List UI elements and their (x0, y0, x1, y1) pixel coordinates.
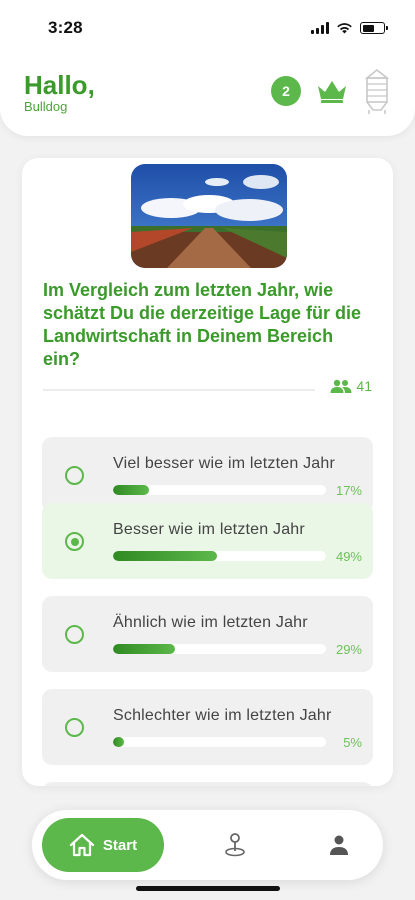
wifi-icon (337, 23, 352, 34)
silo-icon[interactable] (363, 68, 391, 114)
people-icon (330, 379, 352, 393)
bottom-nav: Start (32, 810, 383, 880)
radio-button[interactable] (65, 466, 84, 485)
greeting-title: Hallo, (24, 70, 95, 100)
progress-fill (113, 551, 218, 561)
option-percent: 49% (335, 549, 362, 564)
poll-option[interactable]: Viel besser wie im letzten Jahr 17% (42, 437, 373, 513)
poll-option-partial[interactable] (42, 782, 373, 786)
username-label: Bulldog (24, 99, 68, 114)
profile-icon[interactable] (328, 834, 350, 861)
option-label: Ähnlich wie im letzten Jahr (113, 614, 308, 631)
home-icon (69, 833, 95, 857)
crown-icon[interactable] (315, 78, 349, 104)
greeting: Hallo, Bulldog (24, 71, 95, 114)
status-icons (311, 22, 388, 34)
radio-button[interactable] (65, 532, 84, 551)
radio-button[interactable] (65, 718, 84, 737)
poll-option[interactable]: Besser wie im letzten Jahr 49% (42, 503, 373, 579)
progress-fill (113, 485, 150, 495)
option-label: Viel besser wie im letzten Jahr (113, 455, 335, 472)
nav-start-label: Start (102, 836, 138, 854)
progress-bar (113, 485, 326, 495)
poll-option[interactable]: Ähnlich wie im letzten Jahr 29% (42, 596, 373, 672)
map-pin-icon[interactable] (222, 832, 248, 863)
poll-option[interactable]: Schlechter wie im letzten Jahr 5% (42, 689, 373, 765)
status-time: 3:28 (48, 18, 83, 37)
vote-count: 41 (330, 378, 372, 394)
progress-bar (113, 737, 326, 747)
progress-bar (113, 551, 326, 561)
option-percent: 29% (335, 642, 362, 657)
option-label: Besser wie im letzten Jahr (113, 521, 305, 538)
radio-button[interactable] (65, 625, 84, 644)
poll-question: Im Vergleich zum letzten Jahr, wie schät… (43, 280, 362, 369)
header-actions: 2 (271, 68, 391, 114)
progress-fill (113, 737, 124, 747)
notification-badge[interactable]: 2 (271, 76, 301, 106)
option-label: Schlechter wie im letzten Jahr (113, 707, 332, 724)
poll-image (131, 164, 287, 268)
poll-card: Im Vergleich zum letzten Jahr, wie schät… (22, 158, 393, 786)
progress-bar (113, 644, 326, 654)
status-bar: 3:28 (0, 0, 415, 56)
vote-count-value: 41 (356, 378, 372, 394)
home-indicator (136, 886, 280, 891)
divider (43, 389, 315, 391)
battery-icon (360, 22, 388, 34)
progress-fill (113, 644, 175, 654)
nav-start-button[interactable]: Start (42, 818, 164, 872)
option-percent: 17% (335, 483, 362, 498)
signal-icon (311, 22, 329, 34)
option-percent: 5% (343, 735, 362, 750)
